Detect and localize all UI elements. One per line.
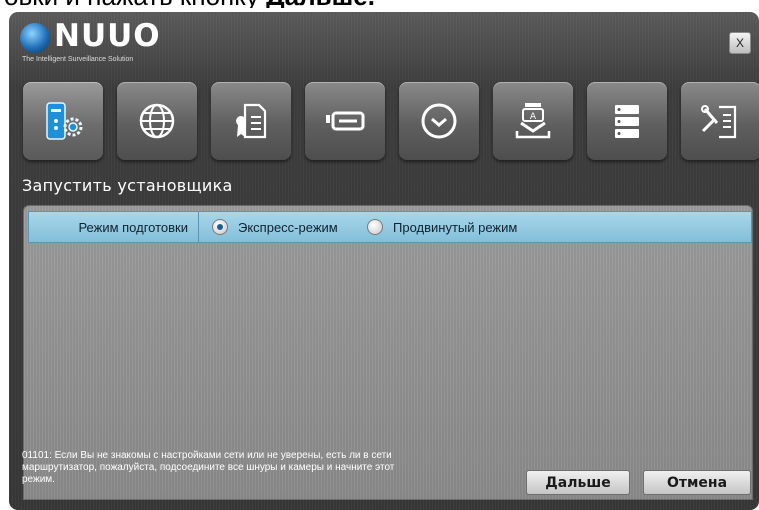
radio-unchecked-icon [367,219,383,235]
step-license[interactable] [211,82,291,160]
step-servers[interactable] [587,82,667,160]
logo-tagline: The Intelligent Surveillance Solution [22,56,134,63]
document-caption: овки и нажать кнопку Дальше. [4,0,759,8]
storage-drive-icon [326,111,365,131]
radio-checked-icon [212,219,228,235]
nuuo-logo: NUUO The Intelligent Surveillance Soluti… [20,18,180,65]
step-tools[interactable] [681,82,759,160]
step-storage[interactable] [305,82,385,160]
server-rack-icon [615,105,639,138]
advanced-mode-radio[interactable]: Продвинутый режим [367,212,517,242]
logo-globe-icon [20,23,50,53]
license-certificate-icon [236,103,267,139]
server-settings-icon [46,102,83,140]
step-install[interactable]: A [493,82,573,160]
installer-window: NUUO The Intelligent Surveillance Soluti… [9,12,759,510]
tools-document-icon [701,105,737,139]
express-mode-radio[interactable]: Экспресс-режим [212,212,338,242]
download-install-icon: A [515,103,551,139]
cancel-button[interactable]: Отмена [643,470,751,495]
hint-text: 01101: Если Вы не знакомы с настройками … [22,450,395,485]
setup-mode-label: Режим подготовки [29,212,199,242]
globe-icon [139,103,175,139]
express-mode-label: Экспресс-режим [238,219,338,235]
clock-icon [421,103,457,139]
logo-text: NUUO [54,18,161,54]
page-title: Запустить установщика [22,176,233,195]
step-time[interactable] [399,82,479,160]
next-button[interactable]: Дальше [526,470,630,495]
close-button[interactable]: X [729,32,751,54]
svg-text:A: A [530,112,537,122]
step-server-settings[interactable] [23,82,103,160]
advanced-mode-label: Продвинутый режим [393,219,518,235]
wizard-steps: A [23,82,759,160]
setup-mode-row: Режим подготовки Экспресс-режим Продвину… [28,211,752,243]
step-network[interactable] [117,82,197,160]
